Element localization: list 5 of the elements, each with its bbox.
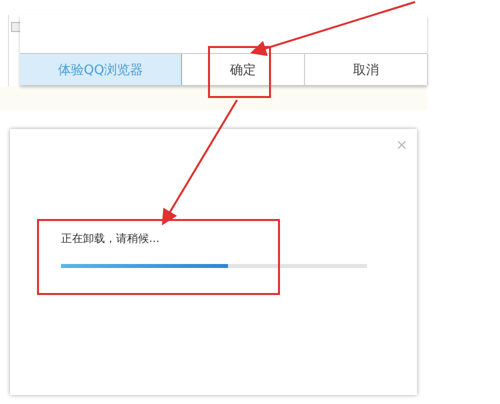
dialog-button[interactable]: 确定 (182, 54, 305, 85)
dialog-button[interactable]: 取消 (305, 54, 428, 85)
status-message: 正在卸载，请稍候... (61, 231, 160, 246)
image-icon (11, 22, 21, 32)
highlight-frame (208, 46, 271, 98)
